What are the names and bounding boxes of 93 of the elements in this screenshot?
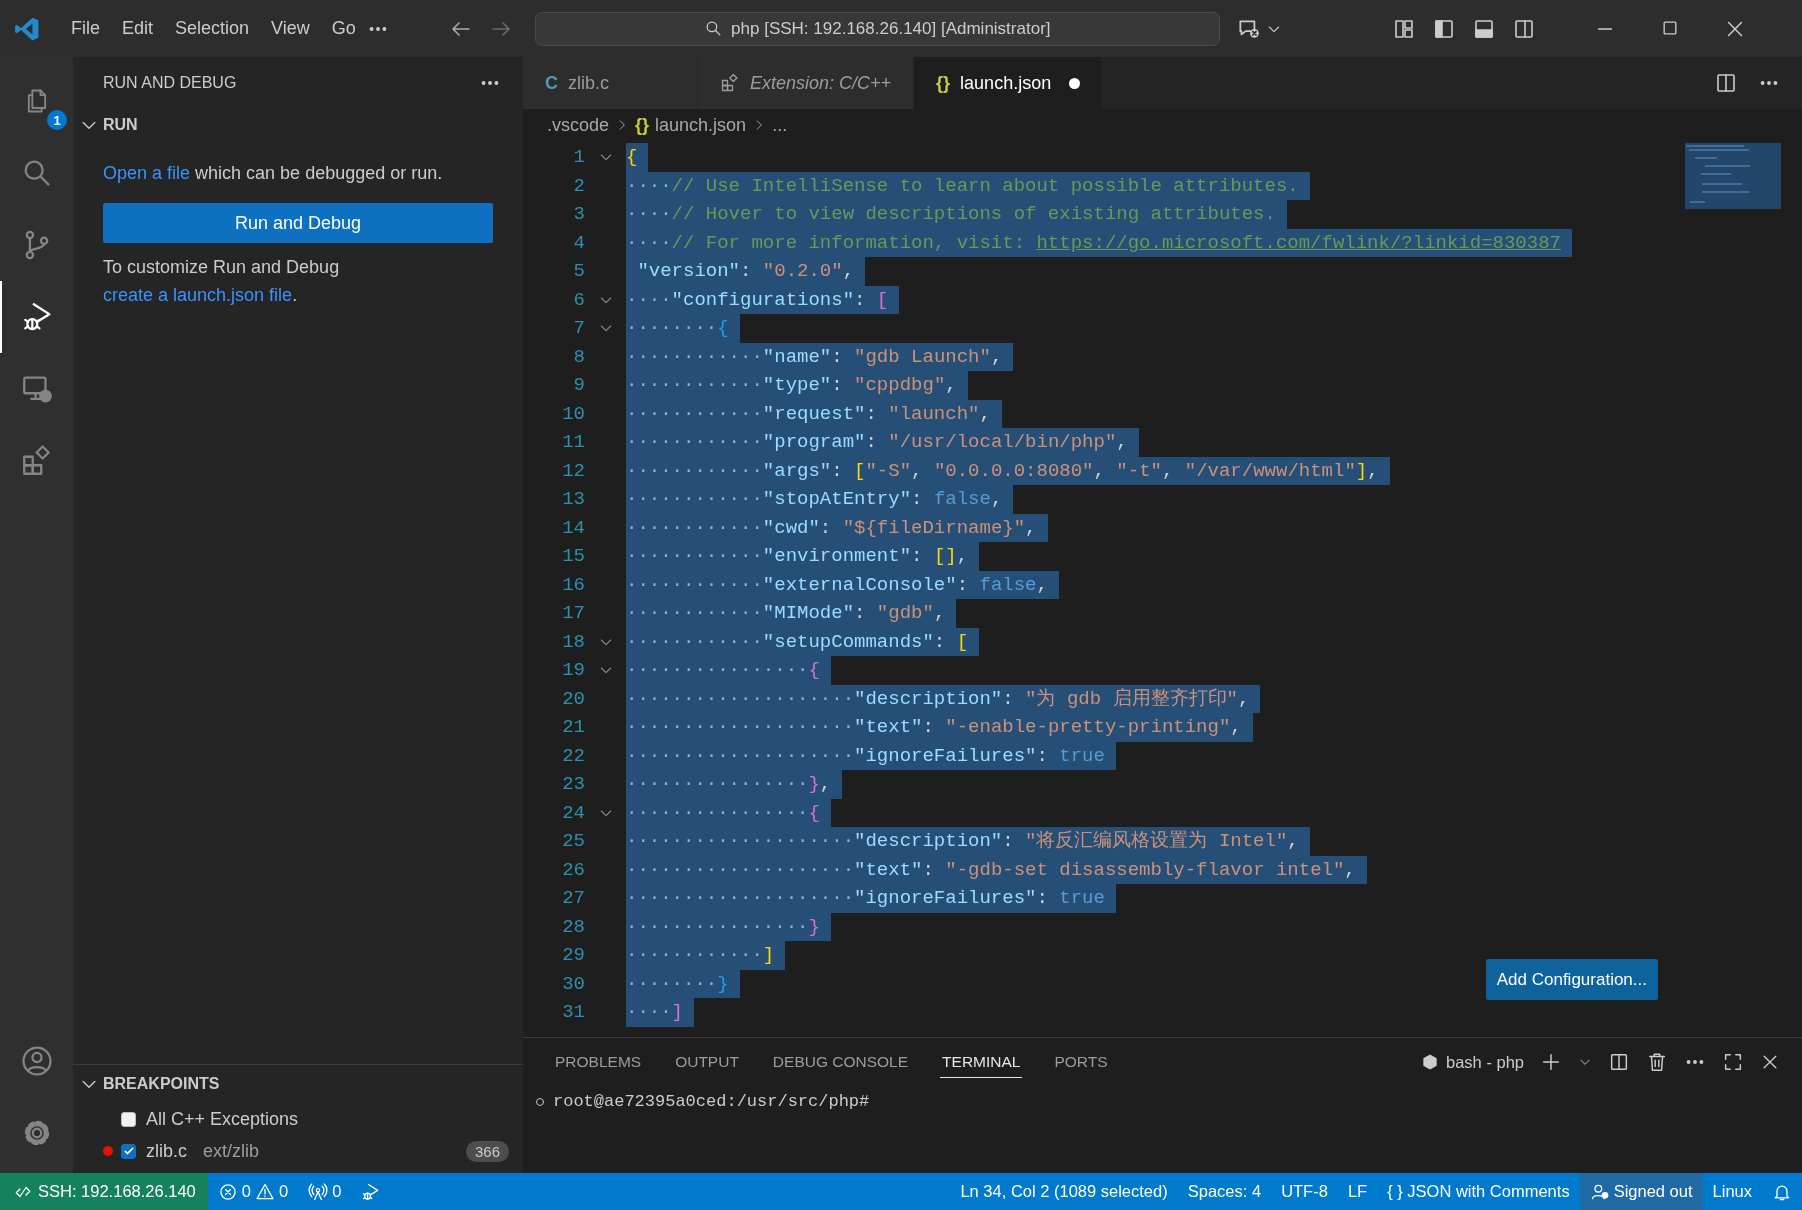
menu-item[interactable]: Selection: [164, 13, 261, 44]
customize-text: To customize Run and Debug create a launch.json file.: [103, 256, 341, 307]
line-badge: 366: [465, 1140, 509, 1162]
line-number: 5: [572, 260, 585, 283]
line-number: 6: [572, 288, 585, 311]
breakpoint-dot[interactable]: [103, 1146, 113, 1156]
problems-status[interactable]: 0 0: [207, 1173, 299, 1210]
line-number: 12: [561, 459, 585, 482]
modified-dot: [1069, 77, 1081, 89]
line-number: 10: [561, 402, 585, 425]
line-number: 13: [561, 488, 585, 511]
line-number: 30: [561, 972, 585, 995]
logo-icon: [14, 15, 40, 42]
warning-icon: [255, 1181, 275, 1202]
terminal-name[interactable]: bash - php: [1446, 1052, 1524, 1072]
split-editor-icon[interactable]: [1714, 71, 1738, 95]
maximize-icon[interactable]: [1722, 1051, 1744, 1073]
panel-tab[interactable]: PROBLEMS: [553, 1046, 644, 1078]
count-badge: 1: [47, 110, 67, 130]
line-number: 24: [561, 801, 585, 824]
line-number: 20: [561, 687, 585, 710]
line-number: 18: [561, 630, 585, 653]
line-number: 27: [561, 887, 585, 910]
menu-item[interactable]: Go: [320, 13, 367, 44]
panel-tab[interactable]: PORTS: [1052, 1046, 1110, 1078]
menu-item[interactable]: Edit: [111, 13, 165, 44]
add-configuration-button[interactable]: Add Configuration...: [1485, 959, 1658, 1000]
trash-icon[interactable]: [1646, 1051, 1668, 1073]
panel-tab[interactable]: TERMINAL: [940, 1046, 1023, 1078]
command-center[interactable]: php [SSH: 192.168.26.140] [Administrator]: [534, 11, 1220, 46]
line-number: 29: [561, 944, 585, 967]
editor-tab[interactable]: C zlib.c: [523, 57, 698, 109]
line-number: 1: [572, 146, 585, 169]
file-type-icon: C: [545, 72, 558, 94]
split-icon[interactable]: [1608, 1051, 1630, 1073]
ports-status[interactable]: 0: [298, 1173, 352, 1210]
editor-tab[interactable]: {} launch.json: [914, 57, 1104, 109]
line-number: 22: [561, 744, 585, 767]
create-launch-file-link[interactable]: create a launch.json file: [103, 285, 293, 305]
sidebar-title: RUN AND DEBUG: [103, 74, 237, 92]
breakpoint-path: ext/zlib: [203, 1140, 260, 1162]
panel-tab[interactable]: OUTPUT: [673, 1046, 741, 1078]
line-number: 8: [572, 345, 585, 368]
line-number: 17: [561, 602, 585, 625]
status-item[interactable]: LF: [1337, 1173, 1378, 1210]
checkbox[interactable]: [121, 1143, 136, 1159]
file-type-icon: {}: [936, 72, 951, 94]
language-mode[interactable]: { } JSON with Comments: [1377, 1173, 1580, 1210]
intro-text: Open a file which can be debugged or run.: [103, 162, 444, 185]
status-item[interactable]: UTF-8: [1271, 1173, 1338, 1210]
line-number: 28: [561, 915, 585, 938]
status-item[interactable]: Ln 34, Col 2 (1089 selected): [950, 1173, 1178, 1210]
line-number: 3: [572, 203, 585, 226]
line-number: 16: [561, 573, 585, 596]
line-number: 25: [561, 830, 585, 853]
plus-icon[interactable]: [1540, 1051, 1562, 1073]
account-icon[interactable]: [19, 1044, 54, 1078]
line-number: 11: [561, 431, 585, 454]
breadcrumb-item[interactable]: .vscode: [547, 114, 610, 136]
menu-item[interactable]: File: [60, 13, 111, 44]
line-number: 4: [572, 231, 585, 254]
checkbox[interactable]: [121, 1111, 136, 1127]
breakpoint-label: zlib.c: [146, 1140, 187, 1162]
extensions-icon: [720, 73, 740, 93]
line-number: 19: [561, 659, 585, 682]
panel-tab[interactable]: DEBUG CONSOLE: [770, 1046, 911, 1078]
account-status[interactable]: Signed out: [1579, 1173, 1703, 1210]
line-number: 31: [561, 1001, 585, 1024]
remote-indicator[interactable]: SSH: 192.168.26.140: [0, 1173, 208, 1210]
run-and-debug-button[interactable]: Run and Debug: [103, 203, 493, 243]
status-item[interactable]: Linux: [1702, 1173, 1762, 1210]
file-type-icon: {}: [635, 114, 650, 136]
broadcast-icon: [308, 1181, 329, 1202]
line-number: 7: [572, 317, 585, 340]
shell-icon: [1420, 1052, 1440, 1072]
terminal-prompt: root@ae72395a0ced:/usr/src/php#: [553, 1092, 870, 1111]
line-number: 23: [561, 773, 585, 796]
open-file-link[interactable]: Open a file: [103, 163, 191, 183]
line-number: 21: [561, 716, 585, 739]
breakpoint-label: All C++ Exceptions: [146, 1108, 299, 1130]
line-number: 26: [561, 858, 585, 881]
breadcrumb-item[interactable]: launch.json: [655, 114, 747, 136]
editor-tab[interactable]: Extension: C/C++: [698, 57, 915, 109]
menu-item[interactable]: View: [260, 13, 321, 44]
line-number: 2: [572, 174, 585, 197]
line-number: 15: [561, 545, 585, 568]
line-number: 9: [572, 374, 585, 397]
error-icon: [217, 1181, 238, 1202]
breadcrumb-item[interactable]: ...: [772, 114, 788, 136]
section-title[interactable]: BREAKPOINTS: [103, 1075, 220, 1093]
section-title[interactable]: RUN: [103, 116, 138, 134]
status-item[interactable]: Spaces: 4: [1177, 1173, 1272, 1210]
line-number: 14: [561, 516, 585, 539]
